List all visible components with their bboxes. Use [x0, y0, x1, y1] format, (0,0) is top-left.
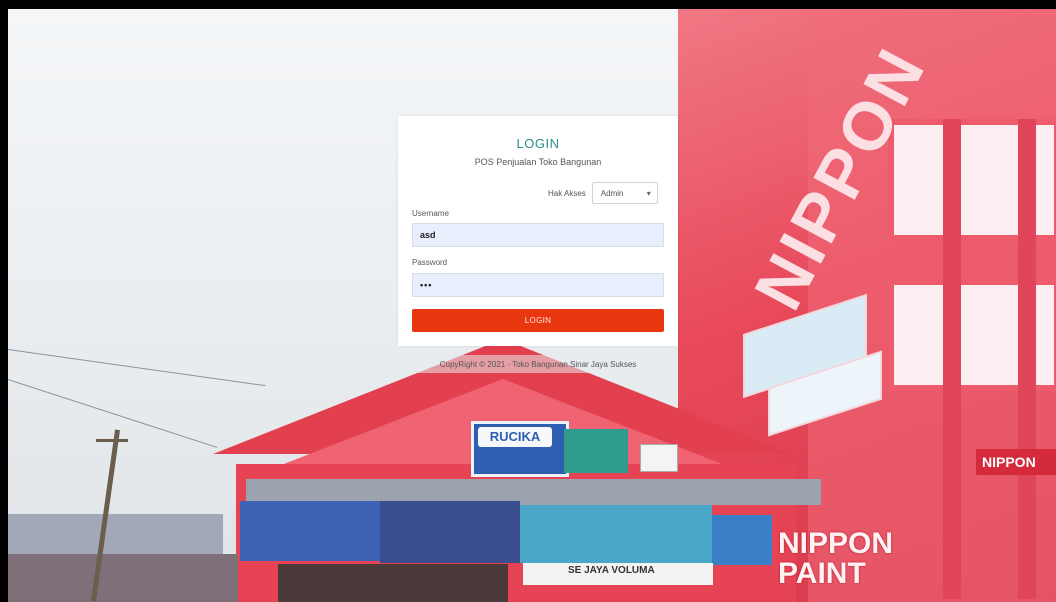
building-pillar	[1018, 119, 1036, 599]
login-button[interactable]: LOGIN	[412, 309, 664, 332]
username-label: Username	[412, 209, 449, 218]
role-selected-value: Admin	[600, 188, 624, 198]
copyright-text: CopyRight © 2021 · Toko Bangunan Sinar J…	[439, 360, 637, 369]
nippon-paint-sign: NIPPON PAINT	[778, 527, 894, 590]
login-subtitle: POS Penjualan Toko Bangunan	[474, 157, 602, 167]
store-door	[278, 564, 508, 602]
password-label: Password	[412, 258, 448, 267]
role-select[interactable]: Admin ▾	[591, 182, 658, 204]
store-name: SE JAYA VOLUMA	[568, 565, 655, 576]
login-card: LOGIN POS Penjualan Toko Bangunan Hak Ak…	[398, 116, 678, 346]
banner	[380, 501, 520, 563]
green-sign	[564, 429, 628, 473]
banner	[712, 515, 772, 565]
role-label: Hak Akses	[548, 188, 586, 198]
login-title: LOGIN	[516, 136, 560, 151]
rucika-logo: RUCIKA	[478, 427, 552, 447]
air-conditioner	[640, 444, 678, 472]
role-row: Hak Akses Admin ▾	[548, 181, 658, 205]
banner	[240, 501, 380, 561]
left-ground	[8, 554, 238, 602]
utility-pole-arm	[96, 439, 128, 442]
password-field[interactable]: •••	[412, 273, 664, 297]
building-pillar	[943, 119, 961, 599]
chevron-down-icon: ▾	[646, 188, 651, 198]
nippon-top-sign: NIPPON	[976, 449, 1056, 475]
username-field[interactable]: asd	[412, 223, 664, 247]
banner	[520, 505, 712, 563]
